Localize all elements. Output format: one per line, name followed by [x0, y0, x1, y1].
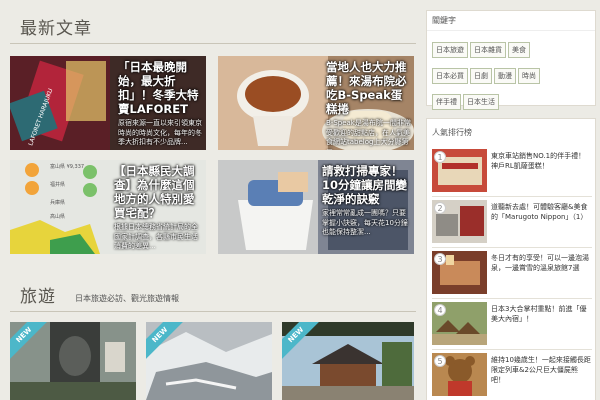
divider [432, 298, 592, 299]
keywords-title: 關鍵字 [427, 11, 595, 31]
ranking-number: 3 [434, 253, 446, 265]
keyword-tag[interactable]: 日本旅遊 [432, 42, 468, 58]
map-label: 福井県 [50, 181, 65, 188]
article-caption: 【日本縣民大調查】為什麼這個地方的人特別愛買宅配？ 根據日本總務省統計局的全國家… [114, 164, 204, 252]
keywords-box: 關鍵字 日本旅遊 日本雜貨 美食 日本必買 日劇 動漫 時尚 伴手禮 日本生活 [426, 10, 596, 110]
travel-card-2[interactable]: NEW [146, 322, 272, 400]
travel-card-3[interactable]: NEW [282, 322, 414, 400]
travel-section-title: 旅遊 [20, 287, 56, 307]
ranking-item-4[interactable]: 4 日本3大合掌村重點！前進「優美大內宿」！ [432, 302, 592, 345]
keyword-tag[interactable]: 動漫 [494, 68, 516, 84]
ranking-number: 1 [434, 151, 446, 163]
ranking-text: 日本3大合掌村重點！前進「優美大內宿」！ [491, 305, 587, 323]
keyword-tag[interactable]: 伴手禮 [432, 94, 461, 110]
ranking-item-1[interactable]: 1 東京車站銷售NO.1的伴手禮！神戶RL凱薩蛋糕！ [432, 149, 592, 192]
article-caption: 當地人也大力推薦！來湯布院必吃B-Speak蛋糕捲 B-Speak是湯布院一間非… [326, 60, 412, 150]
travel-section-header: 旅遊 日本旅遊必訪、觀光旅遊情報 [10, 280, 416, 312]
divider [432, 247, 592, 248]
ranking-number: 2 [434, 202, 446, 214]
keyword-tag[interactable]: 日本雜貨 [470, 42, 506, 58]
ranking-number: 5 [434, 355, 446, 367]
divider [432, 196, 592, 197]
article-title: 「日本最晚開始，最大折扣」！冬季大特賣LAFORET [118, 60, 199, 116]
article-card-bspeak[interactable]: 當地人也大力推薦！來湯布院必吃B-Speak蛋糕捲 B-Speak是湯布院一間非… [218, 56, 414, 150]
keyword-tags: 日本旅遊 日本雜貨 美食 日本必買 日劇 動漫 時尚 伴手禮 日本生活 [427, 31, 595, 117]
article-title: 當地人也大力推薦！來湯布院必吃B-Speak蛋糕捲 [326, 60, 407, 116]
ranking-item-5[interactable]: 5 維持10幾歲生！一起來接觸長距限定列車&2公尺巨大僵屍熊吧！ [432, 353, 592, 396]
article-caption: 「日本最晚開始，最大折扣」！冬季大特賣LAFORET 原宿來源一直以來引領東京時… [118, 60, 204, 148]
ranking-item-3[interactable]: 3 冬日才有的享受！可以一邊泡湯泉，一邊賞雪的溫泉旅館7選 [432, 251, 592, 294]
keyword-tag[interactable]: 日本生活 [463, 94, 499, 110]
latest-section-title: 最新文章 [20, 19, 92, 39]
ranking-text: 道聽新去處！可體驗客廳&美食的「Marugoto Nippon」（1） [491, 203, 588, 221]
map-label: 富山県 ¥9,337 [50, 163, 84, 170]
keyword-tag[interactable]: 美食 [508, 42, 530, 58]
map-label: 高山県 [50, 213, 65, 220]
ranking-item-2[interactable]: 2 道聽新去處！可體驗客廳&美食的「Marugoto Nippon」（1） [432, 200, 592, 243]
ranking-text: 冬日才有的享受！可以一邊泡湯泉，一邊賞雪的溫泉旅館7選 [491, 254, 589, 272]
ranking-title: 人氣排行榜 [432, 128, 472, 137]
divider [432, 349, 592, 350]
article-card-cleaning[interactable]: 請救打掃專家！10分鐘讓房間變乾淨的訣竅 家裡常常亂成一團嗎？只要掌握小訣竅，每… [218, 160, 414, 254]
keyword-tag[interactable]: 日本必買 [432, 68, 468, 84]
article-card-survey[interactable]: 富山県 ¥9,337 福井県 兵庫県 高山県 【日本縣民大調查】為什麼這個地方的… [10, 160, 206, 254]
ranking-box: 人氣排行榜 1 東京車站銷售NO.1的伴手禮！神戶RL凱薩蛋糕！ 2 道聽新去處… [426, 118, 596, 400]
keyword-tag[interactable]: 日劇 [470, 68, 492, 84]
ranking-number: 4 [434, 304, 446, 316]
article-caption: 請救打掃專家！10分鐘讓房間變乾淨的訣竅 家裡常常亂成一團嗎？只要掌握小訣竅，每… [322, 164, 412, 238]
article-title: 請救打掃專家！10分鐘讓房間變乾淨的訣竅 [322, 164, 408, 206]
article-card-laforet[interactable]: LAFORET HARAJUKU 「日本最晚開始，最大折扣」！冬季大特賣LAFO… [10, 56, 206, 150]
article-desc: 原宿來源一直以來引領東京時尚的時尚文化，每年的冬季大折扣有不少品牌... [118, 119, 202, 146]
latest-section-header: 最新文章 [10, 12, 416, 44]
keyword-tag[interactable]: 時尚 [518, 68, 540, 84]
article-desc: 家裡常常亂成一團嗎？只要掌握小訣竅，每天花10分鐘也能保持整潔... [322, 209, 408, 236]
article-desc: B-Speak是湯布院一間非常受歡迎的甜點店，在人氣美食網站tabelog上大分… [326, 119, 411, 150]
map-label: 兵庫県 [50, 199, 65, 206]
ranking-text: 維持10幾歲生！一起來接觸長距限定列車&2公尺巨大僵屍熊吧！ [491, 356, 591, 384]
travel-card-1[interactable]: NEW [10, 322, 136, 400]
article-desc: 根據日本總務省統計局的全國家計調查，各縣市民生活消費的差異... [114, 223, 198, 250]
travel-section-subtitle: 日本旅遊必訪、觀光旅遊情報 [75, 294, 179, 303]
main-content: 最新文章 LAFORET HARAJUKU 「日本最晚開始，最大折扣」！冬季大特… [0, 0, 422, 400]
ranking-text: 東京車站銷售NO.1的伴手禮！神戶RL凱薩蛋糕！ [491, 152, 586, 170]
sidebar: 關鍵字 日本旅遊 日本雜貨 美食 日本必買 日劇 動漫 時尚 伴手禮 日本生活 人氣排行榜 … [426, 0, 600, 400]
article-title: 【日本縣民大調查】為什麼這個地方的人特別愛買宅配？ [114, 164, 195, 220]
